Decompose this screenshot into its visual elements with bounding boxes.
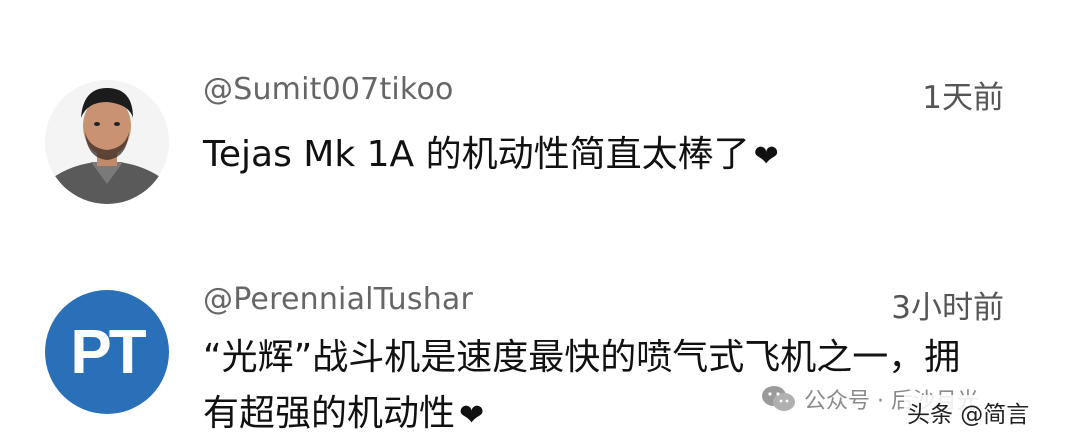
avatar[interactable] bbox=[45, 80, 169, 204]
comment-username[interactable]: @Sumit007tikoo bbox=[203, 72, 454, 107]
watermark-overlay: 头条 @简言 bbox=[904, 395, 1033, 429]
comment-text-content: Tejas Mk 1A 的机动性简直太棒了 bbox=[203, 134, 750, 175]
heart-icon: ❤ bbox=[459, 398, 485, 433]
comment-username[interactable]: @PerennialTushar bbox=[203, 282, 473, 317]
avatar-initials: PT bbox=[70, 317, 146, 387]
comment-text: Tejas Mk 1A 的机动性简直太棒了 ❤ bbox=[203, 127, 983, 185]
heart-icon: ❤ bbox=[753, 139, 779, 174]
comment-timestamp: 1天前 bbox=[922, 80, 1004, 116]
comment-item: @Sumit007tikoo 1天前 Tejas Mk 1A 的机动性简直太棒了… bbox=[0, 0, 1080, 230]
comment-timestamp: 3小时前 bbox=[891, 290, 1004, 326]
user-photo-icon bbox=[45, 80, 169, 204]
wechat-icon bbox=[762, 386, 795, 411]
avatar[interactable]: PT bbox=[45, 290, 169, 414]
